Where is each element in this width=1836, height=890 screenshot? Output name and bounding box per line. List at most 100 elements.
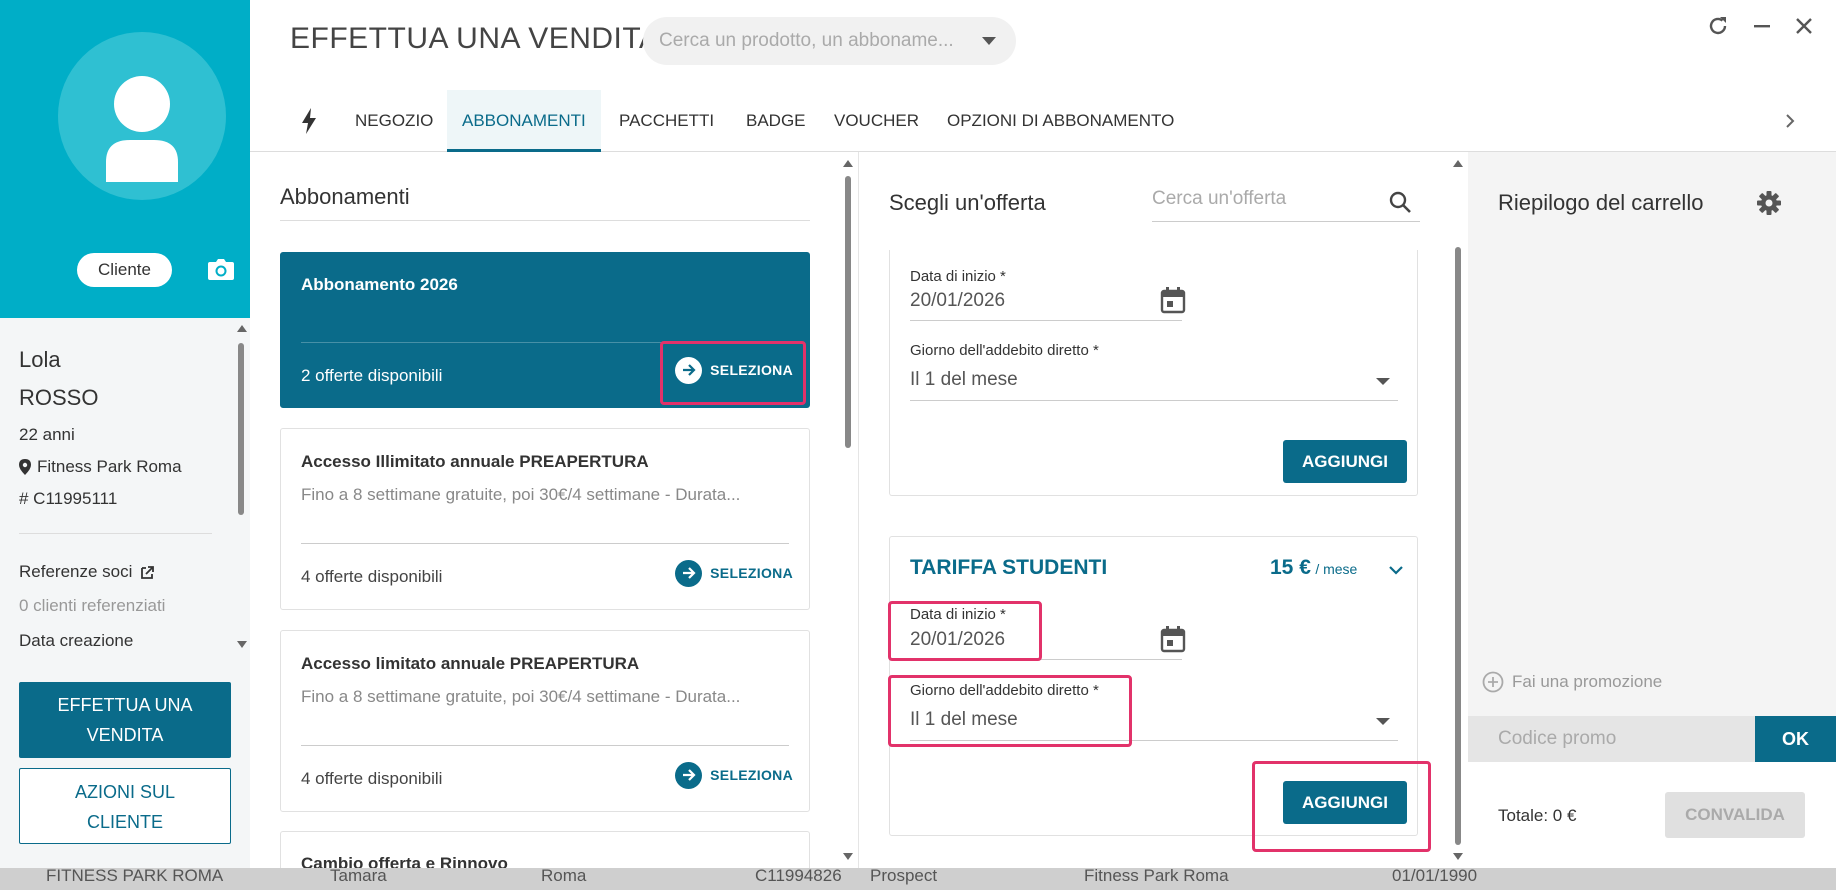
subscription-available: 4 offerte disponibili xyxy=(301,567,443,586)
highlight-start-date xyxy=(888,601,1042,661)
tab-pacchetti[interactable]: PACCHETTI xyxy=(604,90,729,152)
chevron-down-icon[interactable] xyxy=(982,37,996,45)
client-club: Fitness Park Roma xyxy=(37,457,182,476)
debit-day-label: Giorno dell'addebito diretto * xyxy=(910,342,1099,359)
add-promotion-link[interactable]: Fai una promozione xyxy=(1482,671,1662,693)
promo-ok-button[interactable]: OK xyxy=(1755,716,1836,762)
scroll-thumb[interactable] xyxy=(238,343,244,515)
chevron-down-icon[interactable] xyxy=(1376,378,1390,385)
referrals-link[interactable]: Referenze soci xyxy=(19,562,155,582)
scroll-down-icon[interactable] xyxy=(843,853,853,860)
subscription-description: Fino a 8 settimane gratuite, poi 30€/4 s… xyxy=(301,687,741,706)
scroll-down-icon[interactable] xyxy=(1453,853,1463,860)
make-sale-button[interactable]: EFFETTUA UNA VENDITA xyxy=(19,682,231,758)
client-id: # C11995111 xyxy=(19,489,118,508)
arrow-right-icon xyxy=(675,559,703,587)
highlight-debit-day xyxy=(888,675,1132,747)
card-divider xyxy=(301,745,789,746)
client-actions-label: AZIONI SUL CLIENTE xyxy=(74,782,176,832)
scroll-up-icon[interactable] xyxy=(237,325,247,332)
promo-code-placeholder: Codice promo xyxy=(1498,728,1617,749)
search-icon[interactable] xyxy=(1388,190,1412,214)
tab-negozio[interactable]: NEGOZIO xyxy=(340,90,448,152)
client-actions-button[interactable]: AZIONI SUL CLIENTE xyxy=(19,768,231,844)
background-date: 01/01/1990 xyxy=(1392,866,1478,885)
background-name: Tamara xyxy=(330,866,387,885)
camera-icon[interactable] xyxy=(207,257,235,286)
client-badge: Cliente xyxy=(77,253,172,287)
client-header: Cliente xyxy=(0,0,250,318)
add-promotion-label: Fai una promozione xyxy=(1512,672,1663,691)
chevron-down-icon[interactable] xyxy=(1376,718,1390,725)
highlight-add-button xyxy=(1252,761,1431,852)
client-panel: Cliente Lola ROSSO 22 anni Fitness Park … xyxy=(0,0,250,868)
background-club: FITNESS PARK ROMA xyxy=(46,866,224,885)
tab-voucher[interactable]: VOUCHER xyxy=(819,90,934,152)
product-search-placeholder: Cerca un prodotto, un abboname... xyxy=(659,30,954,51)
subscription-name: Accesso limitato annuale PREAPERTURA xyxy=(301,654,640,673)
offers-title: Scegli un'offerta xyxy=(889,190,1046,215)
tab-abbonamenti[interactable]: ABBONAMENTI xyxy=(447,90,601,152)
cart-panel: Riepilogo del carrello Fai una promozion… xyxy=(1468,152,1836,868)
select-button[interactable]: SELEZIONA xyxy=(675,758,793,792)
page-title: EFFETTUA UNA VENDITA xyxy=(290,22,660,55)
tabs-next-icon[interactable] xyxy=(1770,90,1810,152)
lightning-icon xyxy=(302,108,316,134)
refresh-icon[interactable] xyxy=(1706,14,1730,43)
select-label: SELEZIONA xyxy=(710,767,793,783)
scroll-up-icon[interactable] xyxy=(1453,160,1463,167)
subscriptions-scrollbar[interactable] xyxy=(842,160,854,860)
product-search-input[interactable]: Cerca un prodotto, un abboname... xyxy=(643,17,1016,65)
tab-quick[interactable] xyxy=(286,90,332,152)
chevron-down-icon[interactable] xyxy=(1388,565,1404,575)
offers-scrollbar[interactable] xyxy=(1452,160,1464,860)
referrals-label: Referenze soci xyxy=(19,562,133,581)
make-sale-label: EFFETTUA UNA VENDITA xyxy=(57,695,193,745)
subscriptions-title-divider xyxy=(280,220,810,221)
add-button[interactable]: AGGIUNGI xyxy=(1283,440,1407,483)
subscription-available: 2 offerte disponibili xyxy=(301,366,443,385)
scroll-down-icon[interactable] xyxy=(237,641,247,648)
client-scrollbar[interactable] xyxy=(236,325,247,655)
client-age: 22 anni xyxy=(19,425,75,444)
minimize-icon[interactable] xyxy=(1750,14,1774,43)
sale-modal: Cliente Lola ROSSO 22 anni Fitness Park … xyxy=(0,0,1836,868)
select-label: SELEZIONA xyxy=(710,565,793,581)
debit-day-select[interactable]: Il 1 del mese xyxy=(910,369,1018,391)
client-club-row: Fitness Park Roma xyxy=(19,457,182,477)
subscription-name: Accesso Illimitato annuale PREAPERTURA xyxy=(301,452,649,471)
tab-badge[interactable]: BADGE xyxy=(731,90,821,152)
background-id: C11994826 xyxy=(755,866,842,885)
subscriptions-title: Abbonamenti xyxy=(280,184,410,209)
subscription-card-limitato[interactable]: Accesso limitato annuale PREAPERTURA Fin… xyxy=(280,630,810,812)
subscription-card-illimitato[interactable]: Accesso Illimitato annuale PREAPERTURA F… xyxy=(280,428,810,610)
creation-date-label: Data creazione xyxy=(19,631,134,650)
close-icon[interactable] xyxy=(1792,14,1816,43)
select-button[interactable]: SELEZIONA xyxy=(675,556,793,590)
calendar-icon[interactable] xyxy=(1160,286,1186,314)
referrals-value: 0 clienti referenziati xyxy=(19,596,166,615)
calendar-icon[interactable] xyxy=(1160,625,1186,653)
scroll-thumb[interactable] xyxy=(1455,247,1461,845)
subscription-card-cambio[interactable]: Cambio offerta e Rinnovo xyxy=(280,831,810,868)
validate-button[interactable]: CONVALIDA xyxy=(1665,792,1805,838)
background-city: Roma xyxy=(541,866,587,885)
offer-name: TARIFFA STUDENTI xyxy=(910,556,1108,579)
card-divider xyxy=(301,543,789,544)
offer-period: / mese xyxy=(1315,561,1358,577)
promo-code-input[interactable]: Codice promo xyxy=(1468,716,1755,762)
field-underline xyxy=(910,400,1398,401)
gear-icon[interactable] xyxy=(1756,190,1782,216)
tab-bar: NEGOZIO ABBONAMENTI PACCHETTI BADGE VOUC… xyxy=(250,90,1836,152)
offer-search-input[interactable]: Cerca un'offerta xyxy=(1152,188,1420,222)
cart-total: Totale: 0 € xyxy=(1498,806,1577,825)
scroll-up-icon[interactable] xyxy=(843,160,853,167)
scroll-thumb[interactable] xyxy=(845,176,851,448)
background-status: Prospect xyxy=(870,866,938,885)
column-divider xyxy=(858,152,859,868)
tab-opzioni-abbonamento[interactable]: OPZIONI DI ABBONAMENTO xyxy=(932,90,1189,152)
offer-card-abbonamento: Data di inizio * 20/01/2026 Giorno dell'… xyxy=(889,250,1418,496)
start-date-field[interactable]: 20/01/2026 xyxy=(910,290,1005,312)
client-last-name: ROSSO xyxy=(19,385,99,410)
arrow-right-icon xyxy=(675,761,703,789)
